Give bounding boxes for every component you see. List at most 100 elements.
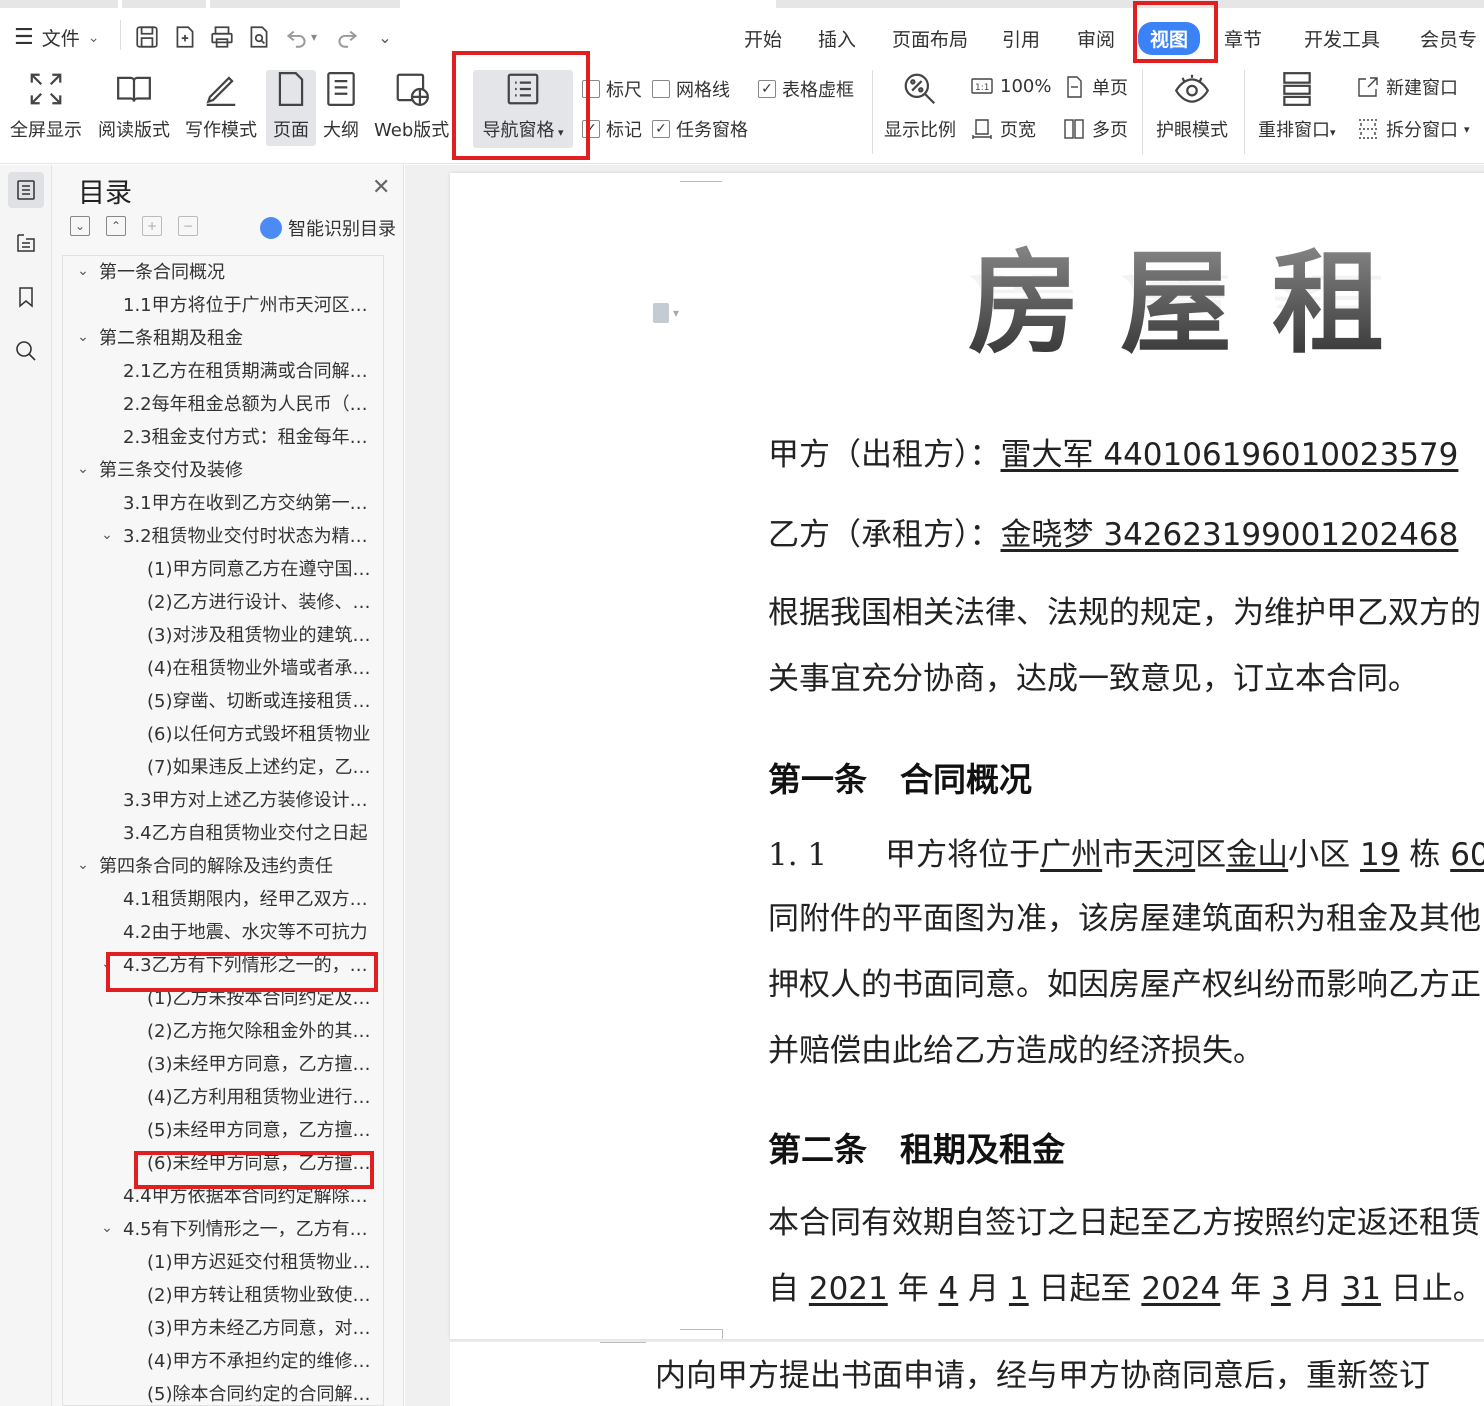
doc-tab[interactable]: [122, 0, 206, 8]
reading-layout-button[interactable]: 阅读版式: [98, 70, 170, 142]
zoom-button[interactable]: 显示比例: [884, 70, 956, 142]
rearrange-window-button[interactable]: 重排窗口▾: [1258, 70, 1336, 142]
toc-item[interactable]: (2)乙方进行设计、装修、改造: [123, 586, 383, 616]
tab-member[interactable]: 会员专: [1420, 25, 1477, 52]
toc-item[interactable]: (3)对涉及租赁物业的建筑结构: [123, 619, 383, 649]
gridlines-checkbox[interactable]: 网格线: [652, 76, 730, 102]
eye-mode-button[interactable]: 护眼模式: [1156, 70, 1228, 142]
tab-insert[interactable]: 插入: [818, 25, 856, 52]
toc-item[interactable]: 4.1租赁期限内，经甲乙双方协商: [99, 883, 383, 913]
toc-item-label: 2.1乙方在租赁期满或合同解除后: [123, 361, 377, 382]
toc-item[interactable]: (3)甲方未经乙方同意，对租赁: [123, 1312, 383, 1342]
tab-references[interactable]: 引用: [1002, 25, 1040, 52]
toc-item-label: (2)乙方进行设计、装修、改造: [147, 592, 377, 613]
multi-page-button[interactable]: 多页: [1062, 116, 1128, 142]
toc-item[interactable]: (4)甲方不承担约定的维修义务: [123, 1345, 383, 1375]
chevron-down-icon[interactable]: ⌄: [75, 461, 91, 477]
split-window-button[interactable]: 拆分窗口 ▾: [1356, 116, 1470, 142]
toc-item[interactable]: (4)在租赁物业外墙或者承重墙: [123, 652, 383, 682]
task-pane-checkbox[interactable]: ✓ 任务窗格: [652, 116, 748, 142]
chevron-down-icon[interactable]: ⌄: [99, 1220, 115, 1236]
chevron-down-icon[interactable]: ⌄: [99, 956, 115, 972]
toc-item[interactable]: (3)未经甲方同意，乙方擅自转租: [123, 1048, 383, 1078]
tab-view[interactable]: 视图: [1138, 22, 1201, 55]
toc-item[interactable]: (1)甲方迟延交付租赁物业超过: [123, 1246, 383, 1276]
tab-chapter[interactable]: 章节: [1224, 25, 1262, 52]
chevron-down-icon[interactable]: ⌄: [75, 263, 91, 279]
toc-item[interactable]: (4)乙方利用租赁物业进行违法: [123, 1081, 383, 1111]
bookmark-icon[interactable]: [8, 279, 44, 315]
expand-all-icon[interactable]: ⌄: [70, 216, 90, 236]
toc-item[interactable]: ⌄ 第三条交付及装修: [75, 454, 383, 484]
toc-item[interactable]: 2.3租金支付方式：租金每年支付: [99, 421, 383, 451]
tab-review[interactable]: 审阅: [1077, 25, 1115, 52]
toc-item[interactable]: (2)乙方拖欠除租金外的其他费用: [123, 1015, 383, 1045]
toc-icon[interactable]: [8, 172, 44, 208]
toc-item[interactable]: (7)如果违反上述约定，乙方应: [123, 751, 383, 781]
fullscreen-button[interactable]: 全屏显示: [10, 70, 82, 142]
toc-item[interactable]: 1.1甲方将位于广州市天河区金山小区19栋: [99, 289, 383, 319]
nav-pane-button[interactable]: 导航窗格 ▾: [473, 70, 573, 148]
web-layout-button[interactable]: Web版式: [374, 70, 449, 142]
toc-item[interactable]: ⌄ 第二条租期及租金: [75, 322, 383, 352]
toc-item[interactable]: ⌄ 4.5有下列情形之一，乙方有权解除: [99, 1213, 383, 1243]
tab-page-layout[interactable]: 页面布局: [892, 25, 968, 52]
toc-item[interactable]: (1)乙方未按本合同约定及时支付: [123, 982, 383, 1012]
toc-item[interactable]: ⌄ 3.2租赁物业交付时状态为精装修: [99, 520, 383, 550]
undo-dropdown-icon[interactable]: ▾: [306, 22, 322, 52]
toc-item[interactable]: (6)以任何方式毁坏租赁物业: [123, 718, 383, 748]
toc-item[interactable]: 4.2由于地震、水灾等不可抗力: [99, 916, 383, 946]
search-icon[interactable]: [8, 333, 44, 369]
document-title: 房屋租: [968, 213, 1424, 375]
toc-item[interactable]: (1)甲方同意乙方在遵守国家法律: [123, 553, 383, 583]
outline-button[interactable]: 大纲: [322, 70, 360, 142]
toc-item[interactable]: (5)穿凿、切断或连接租赁物业: [123, 685, 383, 715]
collapse-all-icon[interactable]: ⌃: [106, 216, 126, 236]
toc-item[interactable]: (5)除本合同约定的合同解除条件: [123, 1378, 383, 1405]
chapter-nav-icon[interactable]: [8, 225, 44, 261]
remove-heading-icon[interactable]: −: [178, 216, 198, 236]
doc-tab[interactable]: [0, 0, 118, 8]
add-heading-icon[interactable]: +: [142, 216, 162, 236]
table-gridlines-checkbox[interactable]: ✓ 表格虚框: [758, 76, 854, 102]
single-page-button[interactable]: 单页: [1062, 74, 1128, 100]
tab-start[interactable]: 开始: [744, 25, 782, 52]
print-preview-icon[interactable]: [244, 22, 274, 52]
toc-item[interactable]: 2.2每年租金总额为人民币（大写）: [99, 388, 383, 418]
export-pdf-icon[interactable]: [170, 22, 200, 52]
chevron-down-icon[interactable]: ⌄: [75, 329, 91, 345]
toc-item[interactable]: 3.1甲方在收到乙方交纳第一期租金: [99, 487, 383, 517]
toc-item[interactable]: ⌄ 第四条合同的解除及违约责任: [75, 850, 383, 880]
zoom-100-button[interactable]: 1:1 100%: [970, 74, 1051, 98]
tab-developer[interactable]: 开发工具: [1304, 25, 1380, 52]
toc-item[interactable]: (2)甲方转让租赁物业致使乙方: [123, 1279, 383, 1309]
save-icon[interactable]: [132, 22, 162, 52]
toc-item[interactable]: ⌄ 第一条合同概况: [75, 256, 383, 286]
smart-toc-button[interactable]: 智能识别目录: [260, 215, 396, 241]
toc-item[interactable]: 2.1乙方在租赁期满或合同解除后: [99, 355, 383, 385]
customize-toolbar-icon[interactable]: ⌄: [370, 22, 400, 52]
toc-item[interactable]: 3.4乙方自租赁物业交付之日起: [99, 817, 383, 847]
page-width-button[interactable]: 页宽: [970, 116, 1036, 142]
chevron-down-icon[interactable]: ⌄: [99, 527, 115, 543]
chevron-down-icon[interactable]: ⌄: [75, 857, 91, 873]
print-icon[interactable]: [207, 22, 237, 52]
close-icon[interactable]: ✕: [372, 175, 390, 200]
ruler-checkbox[interactable]: 标尺: [582, 76, 642, 102]
marks-checkbox[interactable]: ✓ 标记: [582, 116, 642, 142]
redo-icon[interactable]: [332, 22, 362, 52]
paragraph-menu-icon[interactable]: ▾: [653, 303, 679, 323]
toc-item-label: (1)甲方迟延交付租赁物业超过: [147, 1252, 377, 1273]
writing-mode-button[interactable]: 写作模式: [185, 70, 257, 142]
toc-item[interactable]: ⌄ 4.3乙方有下列情形之一的，甲方: [99, 949, 383, 979]
toc-item[interactable]: 4.4甲方依据本合同约定解除合同: [99, 1180, 383, 1210]
file-menu[interactable]: ☰ 文件 ⌄: [14, 24, 99, 51]
doc-tab[interactable]: [776, 0, 1484, 8]
web-icon: [396, 73, 429, 106]
toc-item[interactable]: 3.3甲方对上述乙方装修设计方案: [99, 784, 383, 814]
new-window-button[interactable]: 新建窗口: [1356, 74, 1458, 100]
toc-item[interactable]: (6)未经甲方同意，乙方擅自拆改: [123, 1147, 383, 1177]
doc-tab[interactable]: [210, 0, 400, 8]
toc-item[interactable]: (5)未经甲方同意，乙方擅自改变: [123, 1114, 383, 1144]
page-layout-button[interactable]: 页面: [266, 70, 316, 146]
